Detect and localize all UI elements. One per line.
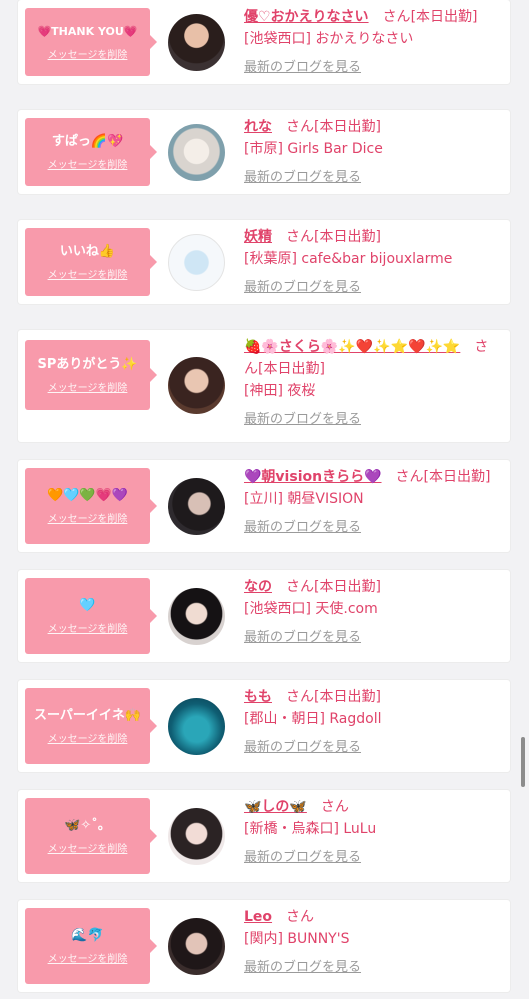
stamp-label: 🧡🩵💚💗💜 xyxy=(47,488,128,503)
honorific: さん xyxy=(286,579,314,595)
stamp-label: 🦋✧˚。 xyxy=(64,818,111,833)
avatar[interactable] xyxy=(168,14,225,71)
delete-message-link[interactable]: メッセージを削除 xyxy=(48,46,128,61)
cast-name-link[interactable]: Leo xyxy=(244,909,272,925)
view-blog-link[interactable]: 最新のブログを見る xyxy=(244,626,361,645)
view-blog-link[interactable]: 最新のブログを見る xyxy=(244,408,361,427)
shop-name: [市原] Girls Bar Dice xyxy=(244,141,383,157)
stamp-bubble: すぱっ🌈💖 メッセージを削除 xyxy=(25,118,157,186)
stamp-label: いいね👍 xyxy=(59,244,116,259)
stamp-label: スーパーイイネ🙌 xyxy=(33,708,142,723)
shop-name: [立川] 朝昼VISION xyxy=(244,491,364,507)
status-text: [本日出勤] xyxy=(410,9,478,25)
honorific: さん xyxy=(286,909,315,925)
avatar[interactable] xyxy=(168,124,225,181)
delete-message-link[interactable]: メッセージを削除 xyxy=(48,379,128,394)
view-blog-link[interactable]: 最新のブログを見る xyxy=(244,276,361,295)
view-blog-link[interactable]: 最新のブログを見る xyxy=(244,956,361,975)
status-text: [本日出勤] xyxy=(314,119,381,135)
view-blog-link[interactable]: 最新のブログを見る xyxy=(244,516,361,535)
status-text: [本日出勤] xyxy=(314,579,381,595)
stamp-label: SPありがとう✨ xyxy=(37,357,138,372)
message-card: 🌊🐬 メッセージを削除 Leo さん [関内] BUNNY'S 最新のブログを見る xyxy=(18,900,510,992)
honorific: さん xyxy=(382,9,411,25)
stamp-label: 🌊🐬 xyxy=(71,928,104,943)
stamp-bubble: いいね👍 メッセージを削除 xyxy=(25,228,157,296)
shop-name: [新橋・烏森口] LuLu xyxy=(244,821,377,837)
message-card: 🧡🩵💚💗💜 メッセージを削除 💜朝visionきらら💜 さん[本日出勤] [立川]… xyxy=(18,460,510,552)
message-card: SPありがとう✨ メッセージを削除 🍓🌸さくら🌸✨❤️✨⭐️❤️✨⭐️ さん[本日… xyxy=(18,330,510,442)
cast-name-link[interactable]: れな xyxy=(244,119,272,135)
stamp-bubble: 💗THANK YOU💗 メッセージを削除 xyxy=(25,8,157,76)
stamp-bubble: 🧡🩵💚💗💜 メッセージを削除 xyxy=(25,468,157,544)
stamp-label: すぱっ🌈💖 xyxy=(51,134,124,149)
message-card: 🩵 メッセージを削除 なの さん[本日出勤] [池袋西口] 天使.com 最新のブ… xyxy=(18,570,510,662)
view-blog-link[interactable]: 最新のブログを見る xyxy=(244,56,361,75)
message-card: 🦋✧˚。 メッセージを削除 🦋しの🦋 さん [新橋・烏森口] LuLu 最新のブロ… xyxy=(18,790,510,882)
delete-message-link[interactable]: メッセージを削除 xyxy=(48,510,128,525)
message-card: スーパーイイネ🙌 メッセージを削除 もも さん[本日出勤] [郡山・朝日] Rag… xyxy=(18,680,510,772)
shop-name: [秋葉原] cafe&bar bijouxlarme xyxy=(244,251,453,267)
shop-name: [池袋西口] おかえりなさい xyxy=(244,31,414,47)
cast-name-link[interactable]: 妖精 xyxy=(244,229,272,245)
delete-message-link[interactable]: メッセージを削除 xyxy=(48,156,128,171)
cast-name-link[interactable]: 🦋しの🦋 xyxy=(244,799,307,815)
cast-name-link[interactable]: もも xyxy=(244,689,272,705)
stamp-label: 💗THANK YOU💗 xyxy=(37,25,138,38)
stamp-bubble: SPありがとう✨ メッセージを削除 xyxy=(25,340,157,410)
honorific: さん xyxy=(286,689,314,705)
avatar[interactable] xyxy=(168,698,225,755)
cast-name-link[interactable]: なの xyxy=(244,579,272,595)
honorific: さん xyxy=(286,119,314,135)
message-list: 💗THANK YOU💗 メッセージを削除 優♡おかえりなさい さん[本日出勤] [… xyxy=(18,0,510,992)
message-card: いいね👍 メッセージを削除 妖精 さん[本日出勤] [秋葉原] cafe&bar … xyxy=(18,220,510,304)
scrollbar-thumb[interactable] xyxy=(521,737,525,787)
stamp-label: 🩵 xyxy=(79,598,96,613)
status-text: [本日出勤] xyxy=(423,469,491,485)
stamp-bubble: 🌊🐬 メッセージを削除 xyxy=(25,908,157,984)
honorific: さん xyxy=(395,469,424,485)
status-text: [本日出勤] xyxy=(314,689,381,705)
delete-message-link[interactable]: メッセージを削除 xyxy=(48,840,128,855)
delete-message-link[interactable]: メッセージを削除 xyxy=(48,950,128,965)
shop-name: [池袋西口] 天使.com xyxy=(244,601,378,617)
delete-message-link[interactable]: メッセージを削除 xyxy=(48,620,128,635)
message-card: 💗THANK YOU💗 メッセージを削除 優♡おかえりなさい さん[本日出勤] [… xyxy=(18,0,510,84)
avatar[interactable] xyxy=(168,918,225,975)
avatar[interactable] xyxy=(168,808,225,865)
honorific: さん xyxy=(286,229,314,245)
view-blog-link[interactable]: 最新のブログを見る xyxy=(244,166,361,185)
message-card: すぱっ🌈💖 メッセージを削除 れな さん[本日出勤] [市原] Girls Bar… xyxy=(18,110,510,194)
status-text: [本日出勤] xyxy=(314,229,381,245)
shop-name: [郡山・朝日] Ragdoll xyxy=(244,711,382,727)
shop-name: [関内] BUNNY'S xyxy=(244,931,350,947)
stamp-bubble: スーパーイイネ🙌 メッセージを削除 xyxy=(25,688,157,764)
status-text: [本日出勤] xyxy=(258,361,325,377)
cast-name-link[interactable]: 💜朝visionきらら💜 xyxy=(244,469,382,485)
view-blog-link[interactable]: 最新のブログを見る xyxy=(244,736,361,755)
stamp-bubble: 🩵 メッセージを削除 xyxy=(25,578,157,654)
cast-name-link[interactable]: 🍓🌸さくら🌸✨❤️✨⭐️❤️✨⭐️ xyxy=(244,339,460,355)
delete-message-link[interactable]: メッセージを削除 xyxy=(48,266,128,281)
cast-name-link[interactable]: 優♡おかえりなさい xyxy=(244,9,369,25)
avatar[interactable] xyxy=(168,478,225,535)
honorific: さん xyxy=(320,799,349,815)
stamp-bubble: 🦋✧˚。 メッセージを削除 xyxy=(25,798,157,874)
view-blog-link[interactable]: 最新のブログを見る xyxy=(244,846,361,865)
delete-message-link[interactable]: メッセージを削除 xyxy=(48,730,128,745)
avatar[interactable] xyxy=(168,588,225,645)
shop-name: [神田] 夜桜 xyxy=(244,383,316,399)
avatar[interactable] xyxy=(168,357,225,414)
avatar[interactable] xyxy=(168,234,225,291)
